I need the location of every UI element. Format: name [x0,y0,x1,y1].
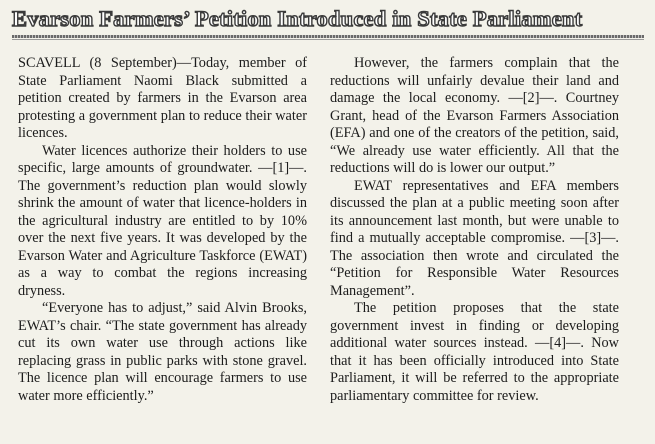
paragraph: SCAVELL (8 September)—Today, member of S… [18,55,307,141]
article-headline: Evarson Farmers’ Petition Introduced in … [11,5,583,31]
paragraph: Water licences authorize their holders t… [18,142,307,299]
headline-rule [12,35,644,38]
paragraph: However, the farmers complain that the r… [330,55,619,176]
article-page: Evarson Farmers’ Petition Introduced in … [0,0,655,444]
article-column-left: SCAVELL (8 September)—Today, member of S… [18,55,307,405]
paragraph: The petition proposes that the state gov… [330,300,619,404]
headline-underline [12,39,644,40]
article-column-right: However, the farmers complain that the r… [330,55,619,405]
paragraph: “Everyone has to adjust,” said Alvin Bro… [18,300,307,404]
paragraph: EWAT representatives and EFA members dis… [330,177,619,299]
